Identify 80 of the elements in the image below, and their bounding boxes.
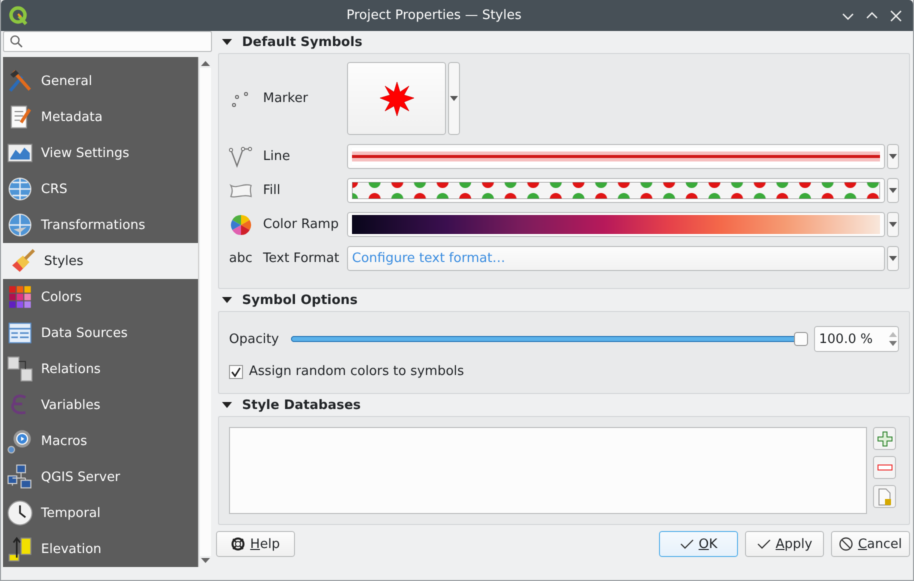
line-symbol-button[interactable] [347, 144, 885, 169]
tools-icon [7, 68, 33, 94]
fill-symbol-button[interactable] [347, 178, 885, 203]
caret-icon [889, 256, 897, 261]
checkbox-label: Assign random colors to symbols [249, 364, 464, 379]
new-database-button[interactable] [873, 485, 896, 508]
caret-icon [889, 222, 897, 227]
sidebar-item[interactable]: Data Sources [3, 315, 198, 351]
computers-icon [7, 464, 33, 490]
paintbrush-icon [10, 248, 36, 274]
remove-button[interactable] [873, 456, 896, 479]
polyline-icon [229, 146, 253, 168]
dots-icon [231, 90, 251, 106]
opacity-slider[interactable] [291, 332, 808, 346]
symbol-label: Marker [263, 91, 309, 106]
sidebar-item[interactable]: General [3, 63, 198, 99]
globe-icon [7, 176, 33, 202]
sidebar-item[interactable]: View Settings [3, 135, 198, 171]
gear-icon [7, 428, 33, 454]
apply-button[interactable]: Apply [745, 531, 824, 557]
polygon-icon [229, 182, 253, 200]
sidebar-item[interactable]: Relations [3, 351, 198, 387]
tables-icon [7, 356, 33, 382]
caret-icon [450, 96, 458, 101]
elevation-icon [7, 536, 33, 562]
section-title: Default Symbols [242, 34, 362, 50]
scroll-up-icon[interactable] [201, 60, 210, 66]
check-icon [680, 538, 694, 550]
symbol-label: Text Format [263, 251, 340, 266]
abc-label: abc [229, 251, 253, 266]
sidebar-item[interactable]: Styles [3, 243, 198, 279]
scroll-down-icon[interactable] [201, 558, 210, 564]
dropdown-button[interactable] [887, 178, 899, 203]
window-title: Project Properties — Styles [346, 8, 522, 23]
cancel-button[interactable]: Cancel [831, 531, 910, 557]
search-field[interactable] [3, 31, 212, 52]
help-button[interactable]: Help [216, 531, 295, 557]
clock-icon [7, 500, 33, 526]
opacity-spinbox[interactable]: 100.0 % [814, 326, 899, 352]
sidebar-item[interactable]: QGIS Server [3, 459, 198, 495]
section-title: Symbol Options [242, 292, 358, 308]
sidebar-item[interactable]: Temporal [3, 495, 198, 531]
sidebar-item[interactable]: Colors [3, 279, 198, 315]
marker-symbol-button[interactable] [347, 62, 446, 135]
app-logo-icon [9, 6, 29, 26]
search-icon [10, 35, 23, 48]
dropdown-button[interactable] [448, 62, 460, 135]
sidebar-item[interactable]: Variables [3, 387, 198, 423]
color-ramp-button[interactable] [347, 212, 885, 237]
caret-icon [889, 188, 897, 193]
dropdown-button[interactable] [887, 212, 899, 237]
globe-icon [7, 212, 33, 238]
spin-arrows-icon [888, 330, 898, 348]
new-file-icon [878, 488, 892, 506]
add-button[interactable] [873, 427, 896, 450]
cancel-icon [838, 537, 853, 551]
checkbox[interactable] [229, 364, 243, 378]
dropdown-button[interactable] [887, 246, 899, 271]
sidebar-item[interactable]: Metadata [3, 99, 198, 135]
symbol-label: Line [263, 149, 292, 164]
sidebar-item[interactable]: Macros [3, 423, 198, 459]
sidebar-item[interactable]: CRS [3, 171, 198, 207]
symbol-label: Color Ramp [263, 217, 340, 232]
minus-icon [876, 464, 892, 472]
ok-button[interactable]: OK [659, 531, 738, 557]
color-wheel-icon [230, 214, 252, 236]
caret-icon [889, 154, 897, 159]
check-icon [756, 538, 771, 550]
sidebar-item[interactable]: Elevation [3, 531, 198, 567]
lifebuoy-icon [231, 537, 246, 551]
star-icon [378, 80, 414, 116]
slider-handle[interactable] [794, 332, 808, 346]
symbol-label: Fill [263, 183, 282, 198]
plus-icon [876, 430, 892, 446]
section-title: Style Databases [242, 398, 361, 412]
table-icon [7, 320, 33, 346]
color-grid-icon [7, 284, 33, 310]
sidebar-item[interactable]: Transformations [3, 207, 198, 243]
opacity-label: Opacity [229, 332, 280, 346]
dropdown-button[interactable] [887, 144, 899, 169]
